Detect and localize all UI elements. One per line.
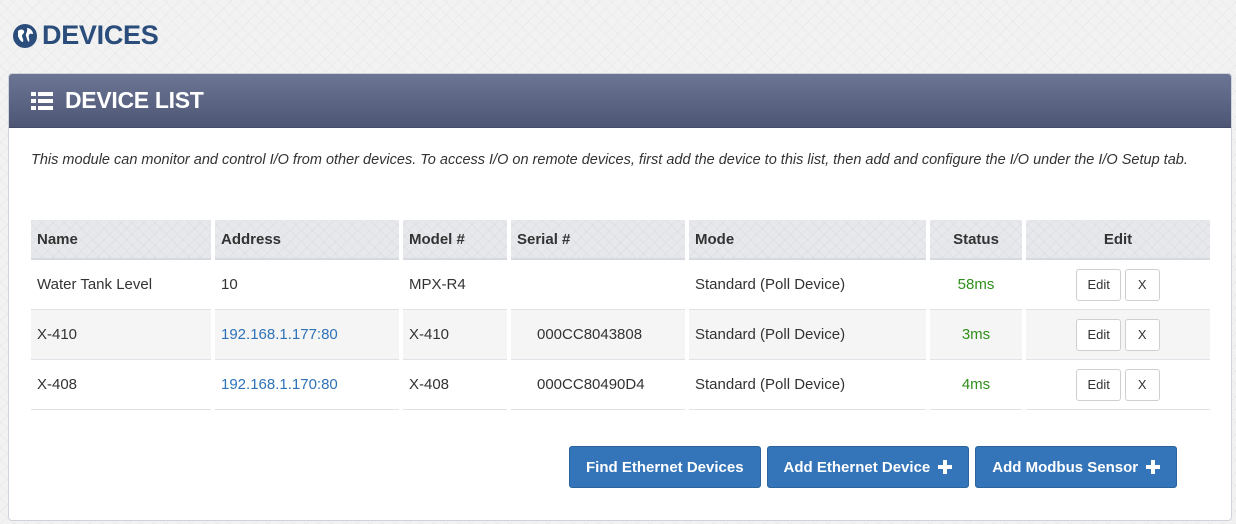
- panel-title: DEVICE LIST: [65, 87, 204, 113]
- column-header-mode: Mode: [689, 220, 926, 260]
- device-address-cell: 192.168.1.177:80: [215, 310, 399, 360]
- device-serial: 000CC8043808: [511, 310, 685, 360]
- panel-header: DEVICE LIST: [9, 74, 1231, 128]
- delete-button[interactable]: X: [1124, 268, 1160, 301]
- device-mode: Standard (Poll Device): [689, 310, 926, 360]
- find-ethernet-devices-label: Find Ethernet Devices: [586, 458, 744, 476]
- edit-button[interactable]: Edit: [1076, 318, 1121, 351]
- device-serial: [511, 260, 685, 310]
- device-status: 3ms: [930, 310, 1022, 360]
- device-address-link[interactable]: 192.168.1.177:80: [221, 326, 338, 343]
- device-status: 4ms: [930, 360, 1022, 410]
- device-status: 58ms: [930, 260, 1022, 310]
- edit-cell: Edit X: [1026, 360, 1210, 410]
- add-ethernet-device-label: Add Ethernet Device: [783, 458, 931, 476]
- action-bar: Find Ethernet Devices Add Ethernet Devic…: [569, 446, 1178, 488]
- column-header-edit: Edit: [1026, 220, 1210, 260]
- device-address-link[interactable]: 192.168.1.170:80: [221, 376, 338, 393]
- edit-cell: Edit X: [1026, 310, 1210, 360]
- plus-icon: [1146, 460, 1161, 474]
- edit-cell: Edit X: [1026, 260, 1210, 310]
- find-ethernet-devices-button[interactable]: Find Ethernet Devices: [569, 446, 761, 488]
- intro-text: This module can monitor and control I/O …: [31, 152, 1188, 168]
- device-serial: 000CC80490D4: [511, 360, 685, 410]
- table-row: Water Tank Level 10 MPX-R4 Standard (Pol…: [31, 260, 1210, 310]
- column-header-address: Address: [215, 220, 399, 260]
- list-icon: [31, 91, 53, 111]
- device-mode: Standard (Poll Device): [689, 260, 926, 310]
- device-list-panel: DEVICE LIST This module can monitor and …: [8, 73, 1232, 521]
- delete-button[interactable]: X: [1124, 318, 1160, 351]
- page-header: DEVICES: [12, 20, 159, 51]
- table-row: X-408 192.168.1.170:80 X-408 000CC80490D…: [31, 360, 1210, 410]
- column-header-name: Name: [31, 220, 211, 260]
- device-model: X-410: [403, 310, 507, 360]
- device-model: X-408: [403, 360, 507, 410]
- device-model: MPX-R4: [403, 260, 507, 310]
- delete-button[interactable]: X: [1124, 368, 1160, 401]
- add-modbus-sensor-label: Add Modbus Sensor: [992, 458, 1139, 476]
- device-mode: Standard (Poll Device): [689, 360, 926, 410]
- device-name: X-408: [31, 360, 211, 410]
- edit-button[interactable]: Edit: [1076, 368, 1121, 401]
- edit-button[interactable]: Edit: [1076, 268, 1121, 301]
- device-address: 10: [215, 260, 399, 310]
- device-name: Water Tank Level: [31, 260, 211, 310]
- device-name: X-410: [31, 310, 211, 360]
- device-address-cell: 192.168.1.170:80: [215, 360, 399, 410]
- column-header-serial: Serial #: [511, 220, 685, 260]
- table-header-row: Name Address Model # Serial # Mode Statu…: [31, 220, 1210, 260]
- globe-icon: [12, 23, 38, 49]
- add-ethernet-device-button[interactable]: Add Ethernet Device: [766, 446, 970, 488]
- column-header-model: Model #: [403, 220, 507, 260]
- add-modbus-sensor-button[interactable]: Add Modbus Sensor: [975, 446, 1178, 488]
- page-title: DEVICES: [42, 20, 159, 50]
- device-table: Name Address Model # Serial # Mode Statu…: [27, 220, 1214, 410]
- plus-icon: [938, 460, 953, 474]
- table-row: X-410 192.168.1.177:80 X-410 000CC804380…: [31, 310, 1210, 360]
- column-header-status: Status: [930, 220, 1022, 260]
